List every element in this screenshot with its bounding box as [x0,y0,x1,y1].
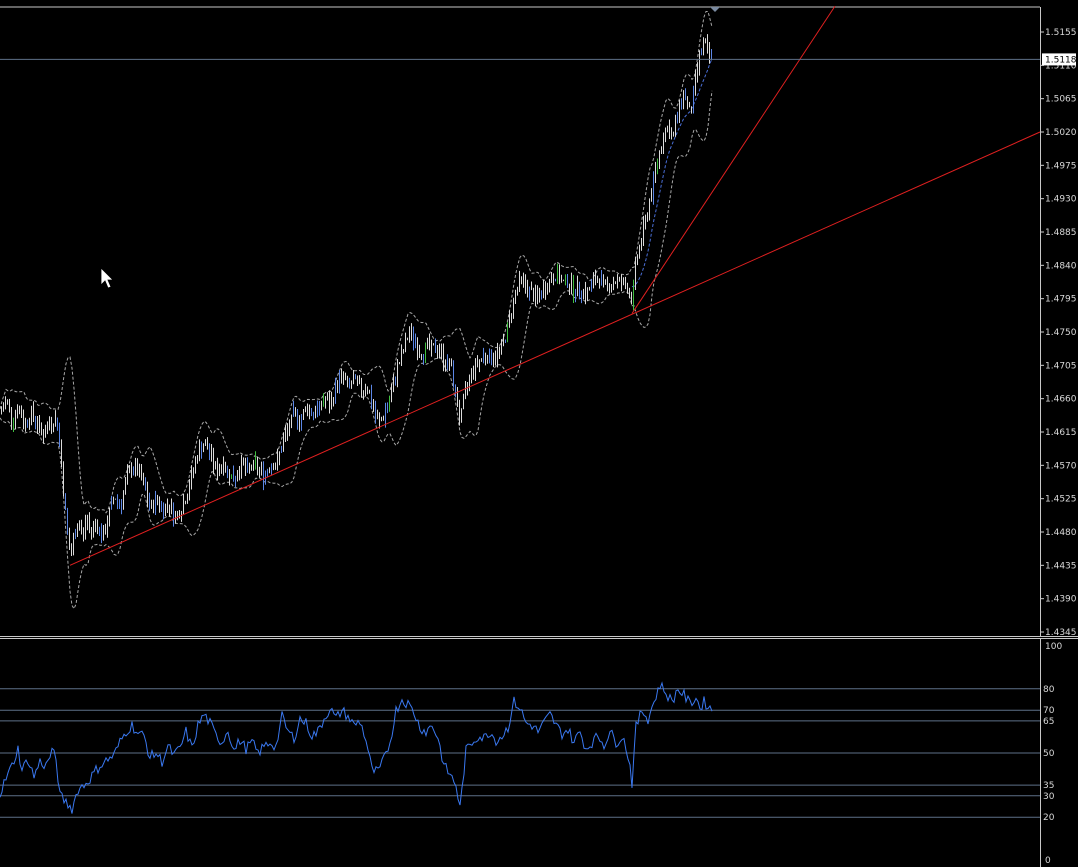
price-tick-label: 1.5155 [1045,28,1077,38]
price-tick-label: 1.4570 [1045,461,1077,471]
level-label-65: 65 [1043,717,1054,727]
price-tick-label: 1.4435 [1045,561,1077,571]
level-label-80: 80 [1043,685,1055,695]
price-tick-label: 1.4345 [1045,628,1077,638]
price-tick-label: 1.4975 [1045,161,1077,171]
level-label-70: 70 [1043,706,1055,716]
indicator-max-label: 100 [1045,642,1062,652]
price-tick-label: 1.4525 [1045,495,1077,505]
price-tick-label: 1.4705 [1045,361,1077,371]
price-tick-label: 1.4660 [1045,395,1077,405]
price-tick-label: 1.4930 [1045,195,1077,205]
price-tick-label: 1.4390 [1045,595,1077,605]
level-label-35: 35 [1043,781,1054,791]
price-tick-label: 1.5020 [1045,128,1077,138]
current-price-label: 1.5118 [1045,55,1077,65]
indicator-min-label: 0 [1045,856,1051,866]
level-label-20: 20 [1043,813,1055,823]
price-tick-label: 1.4795 [1045,295,1077,305]
trading-chart[interactable]: 1.51551.51101.50651.50201.49751.49301.48… [0,0,1078,867]
price-tick-label: 1.4840 [1045,261,1077,271]
price-tick-label: 1.4750 [1045,328,1077,338]
price-tick-label: 1.5065 [1045,95,1077,105]
chart-background [0,0,1078,867]
price-tick-label: 1.4480 [1045,528,1077,538]
price-tick-label: 1.4885 [1045,228,1077,238]
level-label-50: 50 [1043,749,1055,759]
level-label-30: 30 [1043,792,1055,802]
price-tick-label: 1.4615 [1045,428,1077,438]
